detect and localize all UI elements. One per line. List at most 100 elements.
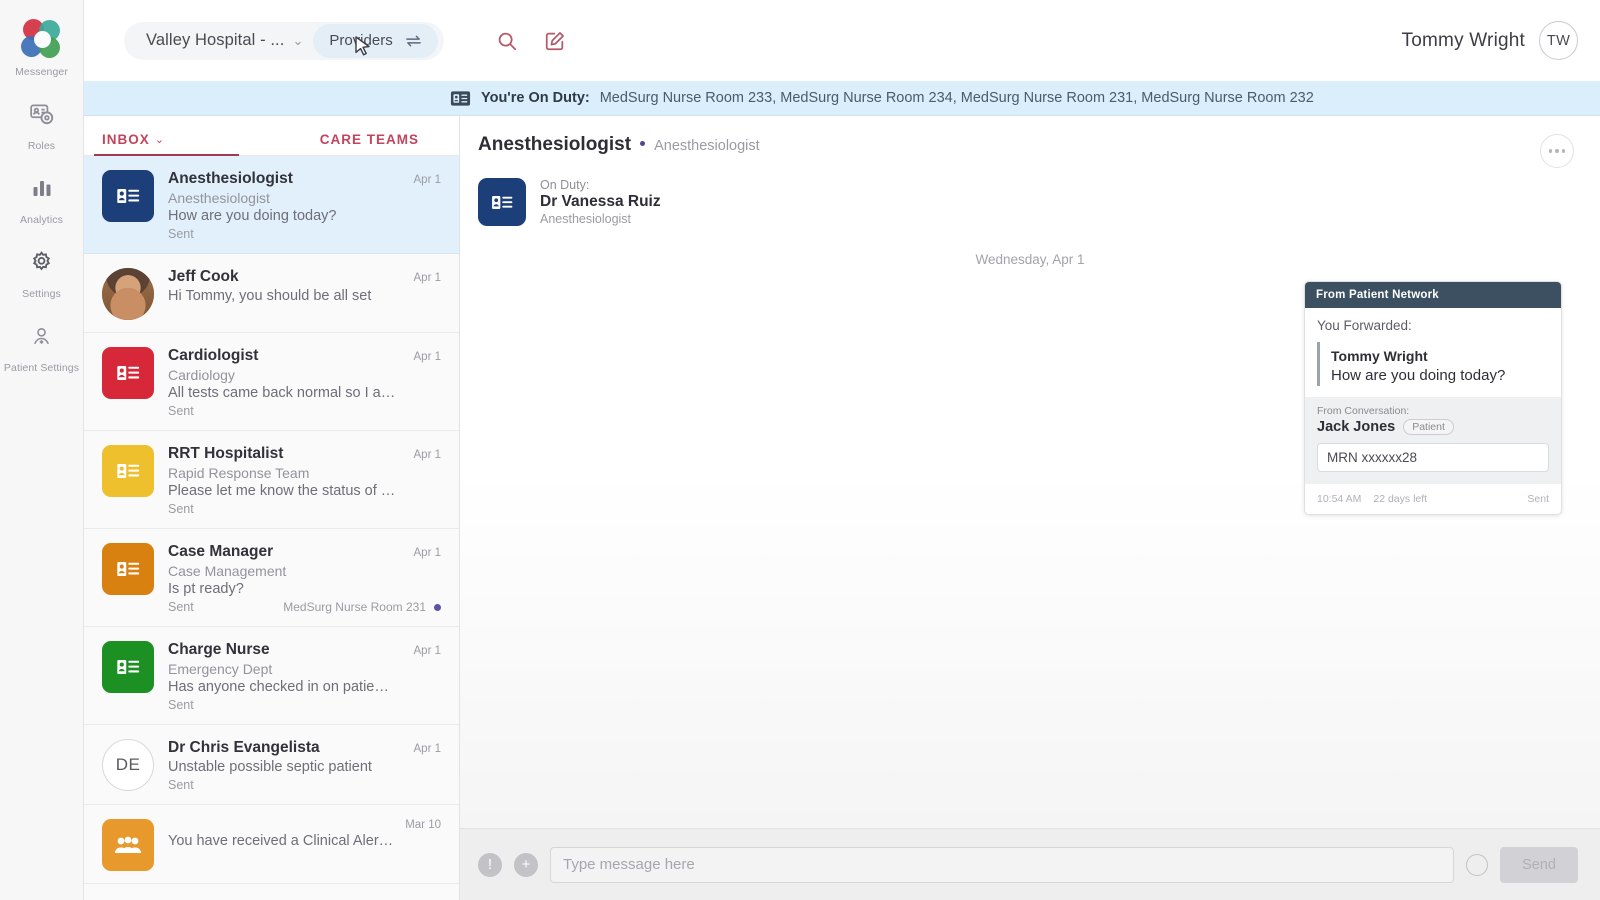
priority-exclamation-icon[interactable]: ! [478, 853, 502, 877]
conversation-item-meta: Sent [168, 698, 441, 712]
roles-badge-icon [19, 91, 65, 137]
inbox-tabs: INBOX ⌄ CARE TEAMS [84, 116, 459, 156]
app-root: Messenger Roles [0, 0, 1600, 900]
conversation-item-preview: Unstable possible septic patient [168, 759, 441, 775]
conversation-item-preview: Has anyone checked in on patie… [168, 679, 441, 695]
tab-inbox-label: INBOX [102, 132, 150, 147]
conversation-item-status: Sent [168, 600, 194, 614]
id-badge-icon [102, 445, 154, 497]
org-switcher[interactable]: Valley Hospital - ... ⌄ Providers [124, 22, 444, 60]
bubble-body: You Forwarded: Tommy Wright How are you … [1305, 308, 1561, 484]
conversation-item-room: MedSurg Nurse Room 231 [283, 600, 434, 614]
conversation-item-meta: Sent [168, 227, 441, 241]
conversation-list-item[interactable]: Mar 10 You have received a Clinical Aler… [84, 805, 459, 884]
conversation-item-preview: You have received a Clinical Aler… [168, 833, 441, 849]
sidebar-item-analytics[interactable]: Analytics [0, 156, 84, 230]
bubble-source-header: From Patient Network [1305, 282, 1561, 308]
conversation-item-status: Sent [168, 404, 194, 418]
conversation-item-preview: How are you doing today? [168, 208, 441, 224]
conversation-list-item[interactable]: Case Manager Apr 1 Case Management Is pt… [84, 529, 459, 627]
on-duty-label: You're On Duty: [481, 90, 590, 106]
conversation-list-item[interactable]: Anesthesiologist Apr 1 Anesthesiologist … [84, 156, 459, 254]
id-badge-icon [102, 347, 154, 399]
current-user[interactable]: Tommy Wright TW [1402, 21, 1578, 60]
conversation-item-title: Jeff Cook [168, 268, 406, 286]
emoji-smiley-icon[interactable] [1466, 854, 1488, 876]
main-column: Valley Hospital - ... ⌄ Providers [84, 0, 1600, 900]
on-duty-kicker: On Duty: [540, 178, 661, 192]
sidebar-item-patient-settings[interactable]: Patient Settings [0, 304, 84, 378]
bubble-footer: 10:54 AM 22 days left Sent [1305, 484, 1561, 514]
forwarded-message-bubble[interactable]: From Patient Network You Forwarded: Tomm… [1304, 281, 1562, 515]
add-plus-icon[interactable]: + [514, 853, 538, 877]
conversation-panel: Anesthesiologist Anesthesiologist [460, 116, 1600, 900]
id-badge-icon [102, 170, 154, 222]
providers-toggle-chip[interactable]: Providers [313, 24, 437, 58]
conversation-item-preview: Is pt ready? [168, 581, 441, 597]
id-badge-icon [102, 543, 154, 595]
conversation-item-preview: Hi Tommy, you should be all set [168, 288, 441, 304]
message-area: From Patient Network You Forwarded: Tomm… [460, 267, 1600, 828]
page-title: Anesthesiologist [478, 134, 631, 156]
analytics-bars-icon [19, 165, 65, 211]
message-status: Sent [1527, 493, 1549, 505]
sidebar-label-patient-settings: Patient Settings [4, 362, 79, 374]
conversation-item-body: Jeff Cook Apr 1 Hi Tommy, you should be … [168, 268, 441, 320]
message-input[interactable] [550, 847, 1454, 883]
conversation-item-title: Anesthesiologist [168, 170, 406, 188]
patient-name: Jack Jones [1317, 419, 1395, 435]
top-header-bar: Valley Hospital - ... ⌄ Providers [84, 0, 1600, 81]
conversation-item-date: Apr 1 [406, 645, 442, 657]
conversation-item-preview: All tests came back normal so I a… [168, 385, 441, 401]
forward-kicker: You Forwarded: [1317, 318, 1549, 333]
quoted-author: Tommy Wright [1331, 348, 1549, 364]
on-duty-name: Dr Vanessa Ruiz [540, 193, 661, 211]
conversation-list-item[interactable]: DE Dr Chris Evangelista Apr 1 Unstable p… [84, 725, 459, 805]
inbox-panel: INBOX ⌄ CARE TEAMS Anesthesiologist Apr … [84, 116, 460, 900]
conversation-item-date: Apr 1 [406, 449, 442, 461]
conversation-item-date: Mar 10 [397, 819, 441, 831]
id-badge-icon [102, 641, 154, 693]
conversation-item-top: RRT Hospitalist Apr 1 [168, 445, 441, 463]
sidebar-item-roles[interactable]: Roles [0, 82, 84, 156]
tab-inbox[interactable]: INBOX ⌄ [102, 132, 165, 155]
message-time: 10:54 AM [1317, 493, 1361, 505]
conversation-list-item[interactable]: Cardiologist Apr 1 Cardiology All tests … [84, 333, 459, 431]
conversation-item-body: Charge Nurse Apr 1 Emergency Dept Has an… [168, 641, 441, 712]
conversation-item-top: Anesthesiologist Apr 1 [168, 170, 441, 188]
unread-dot-icon [434, 604, 441, 611]
more-dots-icon[interactable] [1540, 134, 1574, 168]
send-button[interactable]: Send [1500, 847, 1578, 883]
conversation-item-meta: Sent MedSurg Nurse Room 231 [168, 600, 441, 614]
from-conversation-block: From Conversation: Jack Jones Patient MR… [1305, 397, 1561, 484]
conversation-header: Anesthesiologist Anesthesiologist [460, 116, 1600, 168]
left-nav-rail: Messenger Roles [0, 0, 84, 900]
status-badge: Patient [1403, 419, 1454, 435]
conversation-list-item[interactable]: RRT Hospitalist Apr 1 Rapid Response Tea… [84, 431, 459, 529]
conversation-item-meta: Sent [168, 404, 441, 418]
sidebar-label-settings: Settings [22, 288, 61, 300]
sidebar-item-settings[interactable]: Settings [0, 230, 84, 304]
conversation-item-date: Apr 1 [406, 174, 442, 186]
conversation-item-status: Sent [168, 698, 194, 712]
conversation-subtitle: Anesthesiologist [654, 138, 760, 154]
tab-care-teams-label: CARE TEAMS [320, 132, 419, 147]
user-name-label: Tommy Wright [1402, 30, 1525, 52]
tab-care-teams[interactable]: CARE TEAMS [320, 132, 419, 155]
search-icon[interactable] [496, 30, 518, 52]
on-duty-rooms: MedSurg Nurse Room 233, MedSurg Nurse Ro… [600, 90, 1314, 106]
patient-person-icon [19, 313, 65, 359]
conversation-list-item[interactable]: Charge Nurse Apr 1 Emergency Dept Has an… [84, 627, 459, 725]
conversation-list-item[interactable]: Jeff Cook Apr 1 Hi Tommy, you should be … [84, 254, 459, 333]
conversation-item-subtitle: Rapid Response Team [168, 465, 441, 481]
conversation-item-date: Apr 1 [406, 743, 442, 755]
patient-row: Jack Jones Patient [1317, 419, 1549, 435]
avatar [102, 268, 154, 320]
sidebar-item-messenger[interactable]: Messenger [0, 8, 84, 82]
compose-pencil-icon[interactable] [544, 30, 566, 52]
patient-mrn-field: MRN xxxxxx28 [1317, 443, 1549, 472]
conversation-item-top: Charge Nurse Apr 1 [168, 641, 441, 659]
on-duty-card: On Duty: Dr Vanessa Ruiz Anesthesiologis… [460, 168, 1600, 226]
message-composer: ! + Send [460, 828, 1600, 900]
conversation-list[interactable]: Anesthesiologist Apr 1 Anesthesiologist … [84, 156, 459, 900]
